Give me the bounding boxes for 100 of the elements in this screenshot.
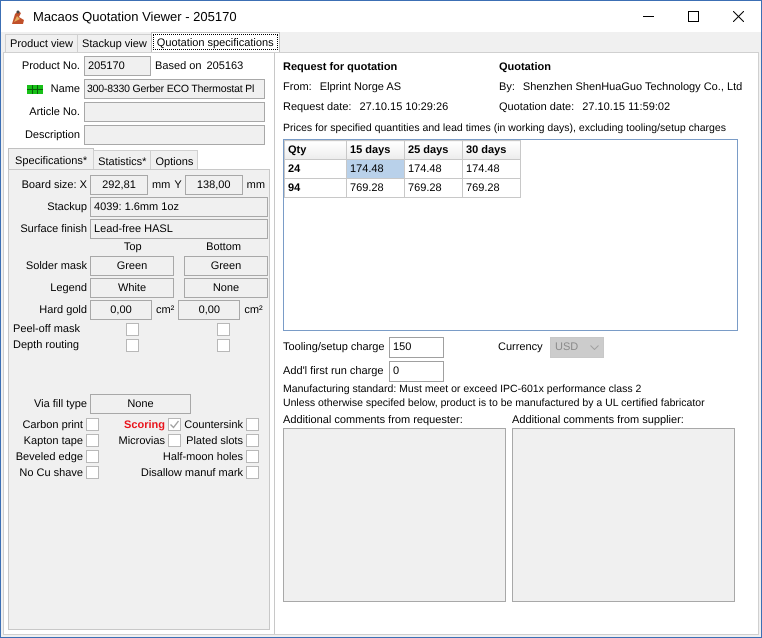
- tab[interactable]: Product view: [5, 34, 78, 52]
- via-fill-field[interactable]: None: [90, 394, 191, 414]
- column-header: Top: [122, 241, 143, 255]
- field-label: Surface finish: [19, 223, 88, 235]
- bottom-field[interactable]: 0,00: [178, 300, 240, 320]
- field-label: Hard gold: [38, 304, 88, 316]
- field-label: Via fill type: [33, 398, 88, 410]
- based-on-value: 205163: [206, 60, 244, 72]
- checkbox[interactable]: [246, 418, 259, 431]
- column-header: 15 days: [346, 140, 404, 160]
- maximize-icon: [688, 11, 699, 22]
- price-cell[interactable]: 174.48: [346, 160, 404, 178]
- checkbox[interactable]: [86, 434, 99, 447]
- surface-finish-field[interactable]: Lead-free HASL: [90, 219, 268, 239]
- field-label: Request date:: [283, 101, 352, 115]
- field-label: Legend: [49, 282, 88, 294]
- price-cell[interactable]: 769.28: [346, 178, 404, 198]
- checkbox[interactable]: [246, 450, 259, 463]
- checkbox[interactable]: [86, 418, 99, 431]
- price-cell[interactable]: 769.28: [462, 178, 520, 198]
- option-label: No Cu shave: [19, 466, 83, 478]
- bottom-field[interactable]: None: [184, 278, 268, 298]
- field-label: Solder mask: [24, 260, 88, 272]
- field-value: 27.10.15 11:59:02: [582, 101, 670, 115]
- comments-field[interactable]: [283, 428, 506, 602]
- field-label: Add'l first run charge: [283, 365, 385, 377]
- option-label: Disallow manuf mark: [140, 466, 243, 478]
- stackup-field[interactable]: 4039: 1.6mm 1oz: [90, 197, 268, 217]
- comments-label: Additional comments from requester:: [283, 414, 464, 426]
- field-value: Shenzhen ShenHuaGuo Technology Co., Ltd: [522, 81, 742, 95]
- checkbox[interactable]: [126, 338, 140, 352]
- tab[interactable]: Options: [150, 150, 198, 169]
- column-header: Qty: [284, 140, 346, 160]
- standard-note: Unless otherwise specifed below, product is to be manufactured by a UL certified fabricator: [283, 397, 705, 410]
- size-x-field[interactable]: 292,81: [90, 175, 148, 195]
- size-y-field[interactable]: 138,00: [184, 175, 243, 195]
- checkbox[interactable]: [246, 434, 259, 447]
- checkbox[interactable]: [86, 466, 99, 479]
- article-field[interactable]: [84, 102, 265, 122]
- first-run-charge-field[interactable]: 0: [389, 360, 444, 382]
- standard-note: Manufacturing standard: Must meet or exceed IPC-601x performance class 2: [283, 383, 642, 396]
- field-label: Currency: [498, 341, 544, 353]
- field-label: Tooling/setup charge: [283, 341, 386, 353]
- option-label: Countersink: [184, 418, 243, 430]
- unit-label: cm²: [243, 304, 264, 316]
- tooling-charge-field[interactable]: 150: [389, 336, 444, 358]
- price-cell[interactable]: 769.28: [404, 178, 462, 198]
- window-title: Macaos Quotation Viewer - 205170: [33, 9, 238, 24]
- column-header: Bottom: [205, 241, 242, 255]
- top-field[interactable]: White: [90, 278, 174, 298]
- field-label: Peel-off mask: [13, 323, 82, 335]
- column-header: 25 days: [404, 140, 462, 160]
- description-field[interactable]: [84, 125, 265, 145]
- name-field[interactable]: 300-8330 Gerber ECO Thermostat Pl: [84, 79, 265, 99]
- checkbox[interactable]: [126, 322, 140, 336]
- field-label: From:: [283, 81, 312, 95]
- price-cell[interactable]: 174.48: [404, 160, 462, 178]
- field-label: Article No.: [28, 106, 81, 118]
- tab[interactable]: Stackup view: [76, 34, 152, 52]
- option-label: Plated slots: [186, 434, 243, 446]
- field-value: 27.10.15 10:29:26: [360, 101, 448, 115]
- tab[interactable]: Quotation specifications: [150, 32, 280, 52]
- option-label: Half-moon holes: [162, 450, 243, 462]
- checkbox[interactable]: [168, 434, 181, 447]
- field-label: Board size: X: [20, 179, 88, 191]
- option-label: Kapton tape: [24, 434, 83, 446]
- unit-label: cm²: [155, 304, 176, 316]
- qty-cell[interactable]: 24: [284, 160, 346, 178]
- checkbox[interactable]: [168, 418, 181, 431]
- option-label: Microvias: [118, 434, 165, 446]
- price-cell[interactable]: 174.48: [462, 160, 520, 178]
- tab[interactable]: Statistics*: [93, 150, 152, 169]
- checkbox[interactable]: [217, 338, 230, 352]
- checkbox[interactable]: [217, 322, 230, 336]
- tab[interactable]: Specifications*: [8, 148, 94, 169]
- prices-note: Prices for specified quantities and lead times (in working days), excluding tooling/setup charges: [283, 121, 726, 135]
- grid-icon: [26, 84, 43, 94]
- section-heading: Quotation: [499, 61, 552, 75]
- field-label: Quotation date:: [499, 101, 574, 115]
- product-number-field[interactable]: 205170: [84, 56, 151, 76]
- bottom-field[interactable]: Green: [184, 256, 268, 276]
- close-icon: [733, 11, 744, 22]
- field-label: Description: [24, 129, 81, 141]
- field-label: Name: [50, 83, 80, 95]
- option-label: Scoring: [124, 418, 165, 430]
- section-heading: Request for quotation: [283, 61, 398, 75]
- option-label: Beveled edge: [16, 450, 83, 462]
- top-field[interactable]: Green: [90, 256, 174, 276]
- comments-field[interactable]: [512, 428, 735, 602]
- field-label: Stackup: [46, 201, 88, 213]
- field-value: Elprint Norge AS: [320, 81, 402, 95]
- based-on-label: Based on: [155, 60, 202, 72]
- checkbox[interactable]: [246, 466, 259, 479]
- checkbox[interactable]: [86, 450, 99, 463]
- qty-cell[interactable]: 94: [284, 178, 346, 198]
- top-field[interactable]: 0,00: [90, 300, 152, 320]
- field-label: By:: [499, 81, 515, 95]
- column-header: 30 days: [462, 140, 520, 160]
- field-label: Y: [174, 179, 183, 191]
- option-label: Carbon print: [22, 418, 83, 430]
